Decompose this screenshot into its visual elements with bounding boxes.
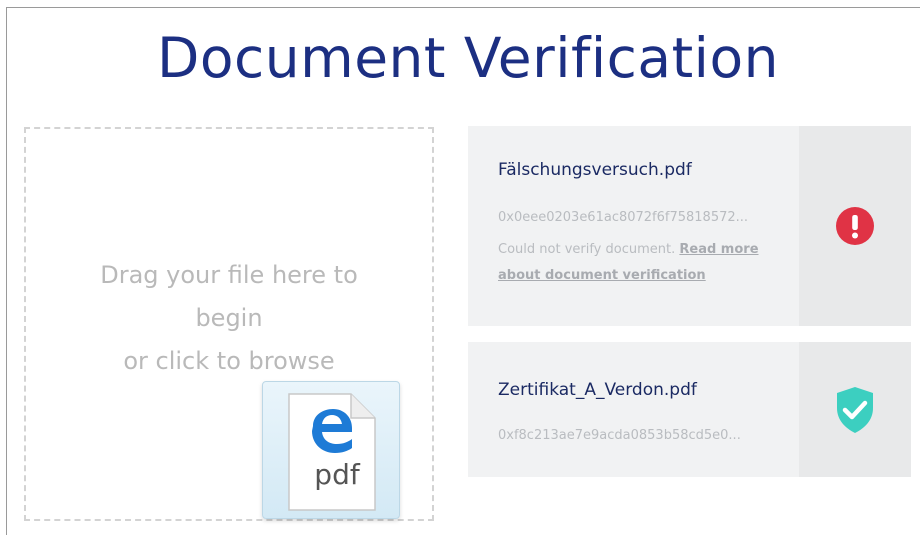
dragged-pdf-file-icon[interactable]: pdf bbox=[262, 381, 400, 519]
status-panel-verified bbox=[799, 342, 911, 477]
file-card-falschungsversuch: Fälschungsversuch.pdf 0x0eee0203e61ac807… bbox=[468, 126, 911, 326]
status-panel-error bbox=[799, 126, 911, 326]
verification-status-message: Could not verify document. Read more abo… bbox=[498, 237, 798, 289]
pdf-document-icon bbox=[288, 393, 376, 511]
pdf-label: pdf bbox=[314, 458, 360, 491]
file-name: Fälschungsversuch.pdf bbox=[498, 160, 692, 180]
file-hash: 0x0eee0203e61ac8072f6f75818572... bbox=[498, 210, 749, 225]
dropzone-instructions: Drag your file here to begin or click to… bbox=[26, 254, 432, 383]
file-name: Zertifikat_A_Verdon.pdf bbox=[498, 380, 697, 400]
file-hash: 0xf8c213ae7e9acda0853b58cd5e0... bbox=[498, 428, 741, 443]
status-text: Could not verify document. bbox=[498, 242, 680, 257]
dropzone-line-2: begin bbox=[195, 304, 263, 332]
shield-check-icon bbox=[837, 386, 873, 433]
error-exclamation-icon bbox=[836, 207, 874, 245]
dropzone-line-1: Drag your file here to bbox=[100, 261, 358, 289]
page-title: Document Verification bbox=[157, 26, 779, 90]
file-card-zertifikat: Zertifikat_A_Verdon.pdf 0xf8c213ae7e9acd… bbox=[468, 342, 911, 477]
dropzone-line-3: or click to browse bbox=[123, 347, 335, 375]
